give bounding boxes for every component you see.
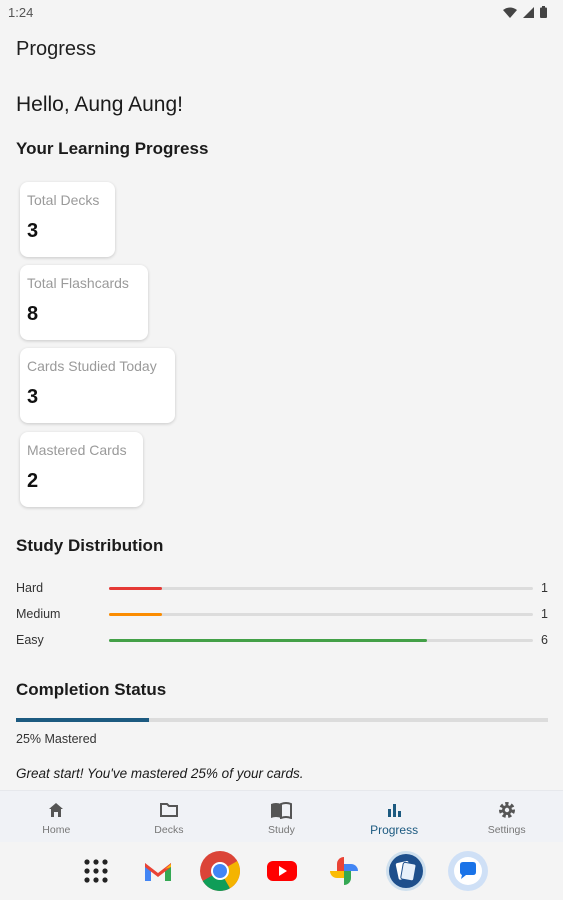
completion-status-heading: Completion Status — [16, 680, 167, 699]
stat-value: 3 — [27, 386, 39, 408]
distribution-label: Easy — [16, 633, 44, 647]
nav-label: Decks — [154, 824, 184, 836]
status-bar: 1:24 — [0, 0, 563, 24]
nav-label: Home — [42, 824, 71, 836]
flashcards-app-icon[interactable] — [384, 849, 428, 893]
greeting-text: Hello, Aung Aung! — [16, 93, 183, 116]
distribution-row-easy: Easy 6 — [16, 633, 548, 649]
nav-item-settings[interactable]: Settings — [450, 791, 563, 842]
completion-message: Great start! You've mastered 25% of your… — [16, 766, 304, 781]
distribution-track — [109, 639, 533, 642]
stat-label: Total Flashcards — [27, 275, 129, 291]
chrome-icon[interactable] — [198, 849, 242, 893]
nav-label: Settings — [487, 824, 526, 836]
distribution-track — [109, 613, 533, 616]
distribution-count: 1 — [541, 581, 548, 595]
distribution-track — [109, 587, 533, 590]
study-distribution-heading: Study Distribution — [16, 536, 164, 555]
gear-icon — [496, 799, 518, 821]
wifi-icon — [503, 7, 517, 18]
distribution-fill — [109, 639, 427, 642]
distribution-count: 1 — [541, 607, 548, 621]
youtube-icon[interactable] — [260, 849, 304, 893]
signal-icon — [523, 6, 534, 18]
bottom-navigation: Home Decks Study Progress Settings — [0, 790, 563, 842]
photos-icon[interactable] — [322, 849, 366, 893]
app-dock — [0, 842, 563, 900]
nav-item-home[interactable]: Home — [0, 791, 113, 842]
distribution-label: Medium — [16, 607, 61, 621]
stat-card-mastered-cards: Mastered Cards 2 — [20, 432, 143, 507]
completion-progress-bar — [16, 718, 548, 722]
stat-card-cards-studied-today: Cards Studied Today 3 — [20, 348, 175, 423]
status-time: 1:24 — [8, 4, 34, 20]
distribution-row-medium: Medium 1 — [16, 607, 548, 623]
nav-label: Progress — [370, 823, 419, 837]
nav-item-progress[interactable]: Progress — [338, 791, 451, 842]
page-title: Progress — [16, 38, 97, 60]
distribution-row-hard: Hard 1 — [16, 581, 548, 597]
distribution-fill — [109, 587, 162, 590]
stat-label: Mastered Cards — [27, 442, 127, 458]
gmail-icon[interactable] — [136, 849, 180, 893]
stat-card-total-decks: Total Decks 3 — [20, 182, 115, 257]
learning-progress-heading: Your Learning Progress — [16, 139, 209, 158]
distribution-label: Hard — [16, 581, 44, 595]
stat-card-total-flashcards: Total Flashcards 8 — [20, 265, 148, 340]
completion-progress-fill — [16, 718, 149, 722]
messages-icon[interactable] — [446, 849, 490, 893]
nav-item-study[interactable]: Study — [225, 791, 338, 842]
book-icon — [270, 799, 293, 821]
completion-percent-text: 25% Mastered — [16, 732, 97, 746]
nav-label: Study — [268, 824, 295, 836]
home-icon — [45, 799, 67, 821]
bar-chart-icon — [383, 799, 405, 821]
stat-value: 3 — [27, 220, 39, 242]
stat-label: Cards Studied Today — [27, 358, 157, 374]
app-drawer-icon[interactable] — [74, 849, 118, 893]
battery-icon — [540, 6, 547, 18]
folder-icon — [158, 799, 180, 821]
stat-value: 8 — [27, 303, 39, 325]
stat-label: Total Decks — [27, 192, 100, 208]
nav-item-decks[interactable]: Decks — [113, 791, 226, 842]
distribution-count: 6 — [541, 633, 548, 647]
stat-value: 2 — [27, 470, 39, 492]
distribution-fill — [109, 613, 162, 616]
